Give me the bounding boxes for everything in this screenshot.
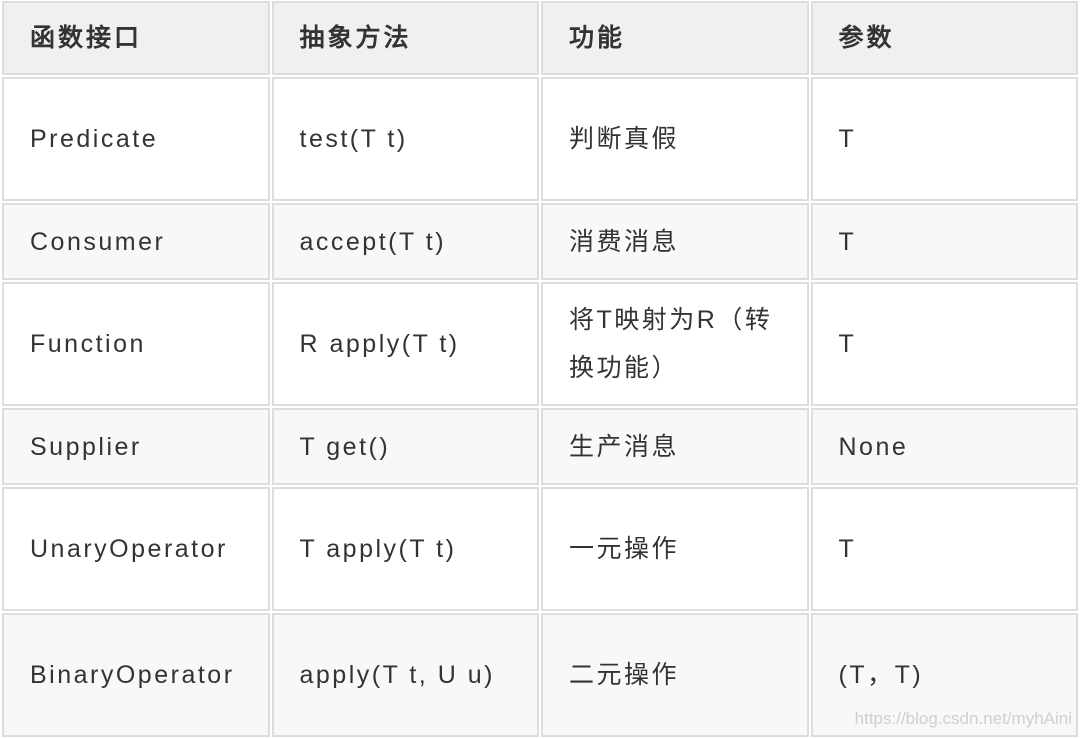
cell-interface: Function xyxy=(2,282,270,406)
header-method: 抽象方法 xyxy=(271,1,539,75)
header-params: 参数 xyxy=(810,1,1078,75)
header-function: 功能 xyxy=(541,1,809,75)
cell-function: 消费消息 xyxy=(541,203,809,280)
cell-function: 将T映射为R（转换功能） xyxy=(541,282,809,406)
cell-function: 二元操作 xyxy=(541,613,809,737)
table-row: Predicate test(T t) 判断真假 T xyxy=(2,77,1078,201)
cell-interface: Consumer xyxy=(2,203,270,280)
table-row: UnaryOperator T apply(T t) 一元操作 T xyxy=(2,487,1078,611)
cell-method: T get() xyxy=(271,408,539,485)
watermark-url: https://blog.csdn.net/myhAini xyxy=(854,709,1072,728)
cell-method: accept(T t) xyxy=(271,203,539,280)
cell-interface: BinaryOperator xyxy=(2,613,270,737)
table-row: Supplier T get() 生产消息 None xyxy=(2,408,1078,485)
header-interface: 函数接口 xyxy=(2,1,270,75)
cell-method: R apply(T t) xyxy=(271,282,539,406)
table-row: Consumer accept(T t) 消费消息 T xyxy=(2,203,1078,280)
cell-interface: Predicate xyxy=(2,77,270,201)
cell-function: 生产消息 xyxy=(541,408,809,485)
table-row: Function R apply(T t) 将T映射为R（转换功能） T xyxy=(2,282,1078,406)
cell-params: None xyxy=(810,408,1078,485)
cell-method: test(T t) xyxy=(271,77,539,201)
cell-interface: UnaryOperator xyxy=(2,487,270,611)
cell-params: T xyxy=(810,282,1078,406)
cell-params: T xyxy=(810,203,1078,280)
cell-params: T xyxy=(810,77,1078,201)
cell-function: 判断真假 xyxy=(541,77,809,201)
cell-method: apply(T t, U u) xyxy=(271,613,539,737)
functional-interface-table: 函数接口 抽象方法 功能 参数 Predicate test(T t) 判断真假… xyxy=(0,0,1080,739)
cell-params: T xyxy=(810,487,1078,611)
table-header-row: 函数接口 抽象方法 功能 参数 xyxy=(2,1,1078,75)
cell-function: 一元操作 xyxy=(541,487,809,611)
cell-interface: Supplier xyxy=(2,408,270,485)
cell-method: T apply(T t) xyxy=(271,487,539,611)
